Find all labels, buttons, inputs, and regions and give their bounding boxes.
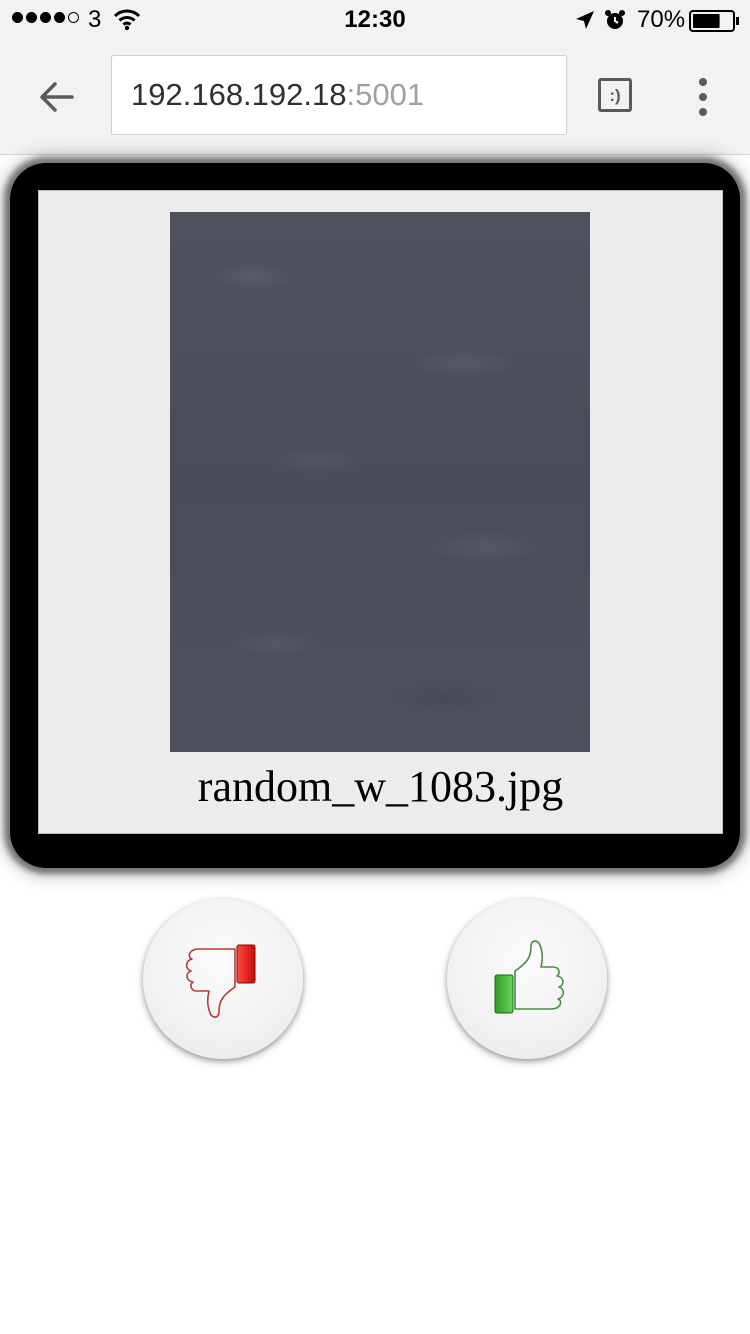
file-name: random_w_1083.jpg bbox=[197, 762, 564, 811]
url-port: :5001 bbox=[346, 77, 425, 112]
address-bar[interactable]: 192.168.192.18:5001 bbox=[111, 55, 567, 135]
browser-toolbar: 192.168.192.18:5001 :) bbox=[0, 40, 750, 155]
back-button[interactable] bbox=[30, 74, 82, 120]
thumbs-up-icon bbox=[494, 940, 565, 1014]
image-card: random_w_1083.jpg bbox=[38, 190, 723, 834]
tab-switcher-button[interactable]: :) bbox=[598, 78, 636, 116]
like-button[interactable] bbox=[447, 899, 607, 1059]
photo bbox=[170, 212, 590, 752]
alarm-clock-icon bbox=[605, 10, 625, 29]
thumbs-down-icon bbox=[185, 944, 256, 1018]
url-host: 192.168.192.18 bbox=[131, 77, 347, 112]
tab-switcher-icon: :) bbox=[598, 78, 632, 112]
more-menu-button[interactable] bbox=[690, 78, 716, 116]
dislike-button[interactable] bbox=[143, 899, 303, 1059]
location-arrow-icon bbox=[576, 11, 594, 29]
battery-icon bbox=[689, 10, 739, 32]
more-vertical-icon bbox=[699, 78, 707, 86]
status-bar: 3 12:30 70% bbox=[0, 0, 750, 40]
arrow-left-icon bbox=[40, 82, 74, 112]
battery-percentage: 70% bbox=[637, 6, 686, 33]
